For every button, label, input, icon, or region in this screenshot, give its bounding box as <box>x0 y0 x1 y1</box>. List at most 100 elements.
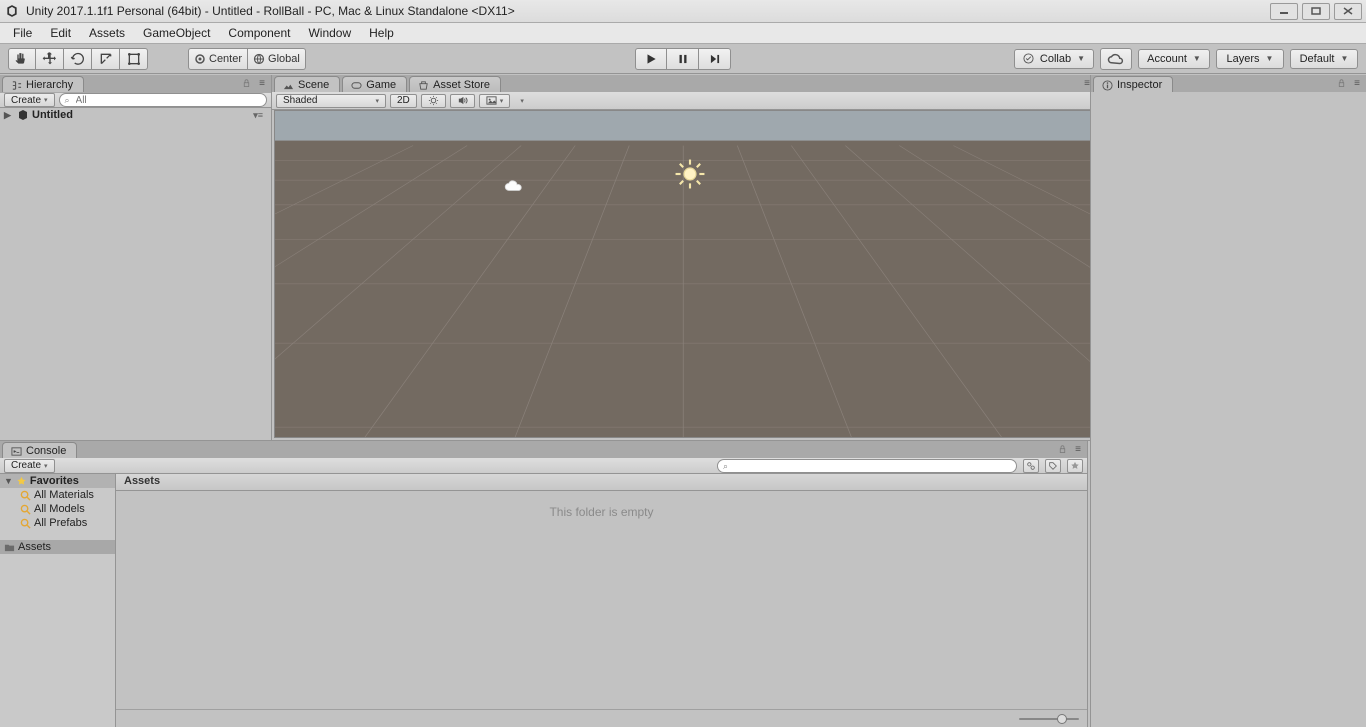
asset-store-icon <box>418 80 429 91</box>
inspector-tab[interactable]: Inspector <box>1093 76 1173 92</box>
cloud-icon <box>1107 53 1125 65</box>
hand-tool-button[interactable] <box>8 48 36 70</box>
menu-gameobject[interactable]: GameObject <box>134 23 219 43</box>
space-button[interactable]: Global <box>248 48 306 70</box>
console-tab-label: Console <box>26 445 66 457</box>
menu-bar: File Edit Assets GameObject Component Wi… <box>0 23 1366 44</box>
scene-tab[interactable]: Scene <box>274 76 340 92</box>
hierarchy-lock-icon[interactable] <box>239 76 253 90</box>
breadcrumb-label: Assets <box>124 475 160 487</box>
minimize-button[interactable] <box>1270 3 1298 20</box>
console-lock-icon[interactable] <box>1055 442 1069 456</box>
foldout-icon[interactable]: ▶ <box>4 110 14 121</box>
asset-store-tab[interactable]: Asset Store <box>409 76 501 92</box>
favorite-all-models[interactable]: All Models <box>0 502 115 516</box>
cloud-button[interactable] <box>1100 48 1132 70</box>
hierarchy-search-input[interactable] <box>66 94 248 106</box>
search-icon: ⌕ <box>723 460 728 472</box>
favorite-all-materials[interactable]: All Materials <box>0 488 115 502</box>
game-tab[interactable]: Game <box>342 76 407 92</box>
menu-assets[interactable]: Assets <box>80 23 134 43</box>
play-button[interactable] <box>635 48 667 70</box>
close-button[interactable] <box>1334 3 1362 20</box>
filter-icon <box>1026 461 1036 471</box>
menu-help[interactable]: Help <box>360 23 403 43</box>
inspector-options-button[interactable]: ≡ <box>1350 76 1364 90</box>
favorite-all-prefabs[interactable]: All Prefabs <box>0 516 115 530</box>
menu-edit[interactable]: Edit <box>41 23 80 43</box>
hierarchy-icon <box>11 80 22 91</box>
console-icon <box>11 446 22 457</box>
step-button[interactable] <box>699 48 731 70</box>
unity-scene-icon <box>16 109 30 121</box>
scene-options-icon[interactable]: ▾≡ <box>253 110 263 121</box>
favorite-label: All Models <box>34 503 85 515</box>
layers-dropdown[interactable]: Layers▼ <box>1216 49 1284 69</box>
project-search-input[interactable] <box>724 460 998 472</box>
project-folders-pane: ▼Favorites All Materials All Models All … <box>0 474 116 727</box>
mode2d-label: 2D <box>397 95 410 106</box>
layout-dropdown[interactable]: Default▼ <box>1290 49 1358 69</box>
asset-size-slider-bar <box>116 709 1087 727</box>
search-icon <box>20 490 31 501</box>
account-dropdown[interactable]: Account▼ <box>1138 49 1210 69</box>
menu-file[interactable]: File <box>4 23 41 43</box>
inspector-panel: Inspector ≡ <box>1090 75 1366 727</box>
hierarchy-create-button[interactable]: Create▾ <box>4 93 55 107</box>
create-label: Create <box>11 95 41 106</box>
camera-gizmo[interactable] <box>503 179 525 196</box>
empty-folder-label: This folder is empty <box>116 505 1087 519</box>
project-create-label: Create <box>11 460 41 471</box>
project-breadcrumb[interactable]: Assets <box>116 474 1087 491</box>
pivot-button[interactable]: Center <box>188 48 248 70</box>
tag-icon <box>1048 461 1058 471</box>
scene-effects-dropdown[interactable]: ▾ <box>479 94 511 108</box>
save-search-button[interactable] <box>1067 459 1083 473</box>
hierarchy-options-button[interactable]: ≡ <box>255 76 269 90</box>
scene-name-label: Untitled <box>32 109 73 121</box>
layout-label: Default <box>1300 53 1335 65</box>
console-tab[interactable]: Console <box>2 442 77 458</box>
directional-light-gizmo[interactable] <box>673 157 707 194</box>
collab-label: Collab <box>1040 53 1071 65</box>
favorites-header[interactable]: ▼Favorites <box>0 474 115 488</box>
search-icon <box>20 518 31 529</box>
info-icon <box>1102 80 1113 91</box>
playback-controls <box>635 48 731 70</box>
search-icon <box>20 504 31 515</box>
project-assets-pane: Assets This folder is empty <box>116 474 1087 727</box>
transform-tools <box>8 48 148 70</box>
favorites-label: Favorites <box>30 475 79 487</box>
window-titlebar: Unity 2017.1.1f1 Personal (64bit) - Unti… <box>0 0 1366 23</box>
scale-tool-button[interactable] <box>92 48 120 70</box>
hierarchy-panel: Hierarchy ≡ Create▾ ⌕ ▶ Untitled ▾≡ <box>0 75 272 440</box>
asset-size-slider[interactable] <box>1019 713 1079 725</box>
inspector-lock-icon[interactable] <box>1334 76 1348 90</box>
console-options-button[interactable]: ≡ <box>1071 442 1085 456</box>
rotate-tool-button[interactable] <box>64 48 92 70</box>
move-tool-button[interactable] <box>36 48 64 70</box>
maximize-button[interactable] <box>1302 3 1330 20</box>
image-icon <box>486 95 497 106</box>
shading-label: Shaded <box>283 95 317 106</box>
scene-gizmos-dropdown[interactable]: ▾ <box>514 94 530 108</box>
menu-window[interactable]: Window <box>299 23 360 43</box>
scene-lighting-toggle[interactable] <box>421 94 446 108</box>
scene-tree-root[interactable]: ▶ Untitled ▾≡ <box>0 108 271 122</box>
project-create-button[interactable]: Create▾ <box>4 459 55 473</box>
space-label: Global <box>268 53 300 65</box>
assets-folder[interactable]: Assets <box>0 540 115 554</box>
project-search[interactable]: ⌕ <box>717 459 1017 473</box>
shading-mode-dropdown[interactable]: Shaded▾ <box>276 94 386 108</box>
filter-by-label-button[interactable] <box>1045 459 1061 473</box>
scene-audio-toggle[interactable] <box>450 94 475 108</box>
rect-tool-button[interactable] <box>120 48 148 70</box>
collab-button[interactable]: Collab▼ <box>1014 49 1094 69</box>
menu-component[interactable]: Component <box>219 23 299 43</box>
scene-2d-toggle[interactable]: 2D <box>390 94 417 108</box>
pause-button[interactable] <box>667 48 699 70</box>
scene-viewport[interactable] <box>274 110 1094 438</box>
hierarchy-tab[interactable]: Hierarchy <box>2 76 84 92</box>
hierarchy-search[interactable]: ⌕ <box>59 93 267 107</box>
filter-by-type-button[interactable] <box>1023 459 1039 473</box>
